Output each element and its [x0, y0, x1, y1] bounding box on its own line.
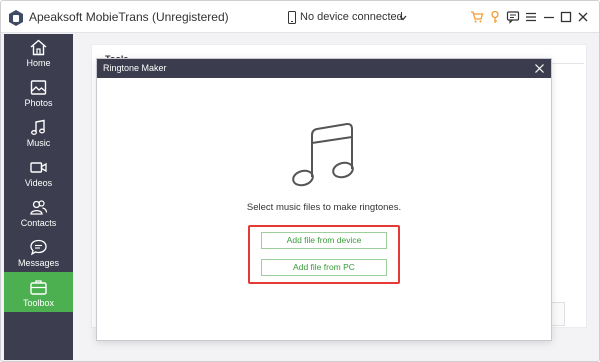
add-file-from-pc-button[interactable]: Add file from PC — [261, 259, 387, 276]
close-icon[interactable] — [534, 63, 545, 74]
app-logo-icon — [9, 10, 23, 26]
message-icon — [30, 239, 47, 256]
sidebar-item-toolbox[interactable]: Toolbox — [4, 272, 73, 312]
toolbox-icon — [30, 280, 47, 295]
close-icon[interactable] — [576, 10, 590, 24]
feedback-icon[interactable] — [506, 10, 520, 24]
minimize-icon[interactable] — [542, 10, 556, 24]
video-camera-icon — [30, 162, 47, 173]
sidebar-item-label: Home — [26, 58, 51, 68]
photo-icon — [30, 80, 47, 95]
app-window: Apeaksoft MobieTrans (Unregistered) No d… — [0, 0, 600, 362]
sidebar: Home Photos Music Videos Contacts Messag… — [4, 34, 73, 360]
music-note-icon — [292, 122, 354, 187]
contacts-icon — [30, 200, 48, 215]
device-selector[interactable]: No device connected — [284, 9, 412, 27]
sidebar-item-label: Messages — [17, 258, 60, 268]
sidebar-item-label: Toolbox — [22, 298, 55, 308]
instruction-text: Select music files to make ringtones. — [246, 202, 402, 213]
cart-icon[interactable] — [470, 10, 484, 24]
key-icon[interactable] — [488, 10, 502, 24]
music-note-icon — [31, 119, 45, 135]
phone-icon — [288, 11, 296, 24]
title-bar: Apeaksoft MobieTrans (Unregistered) No d… — [1, 1, 599, 33]
sidebar-item-videos[interactable]: Videos — [4, 154, 73, 194]
sidebar-item-photos[interactable]: Photos — [4, 74, 73, 114]
home-icon — [30, 39, 47, 56]
sidebar-item-label: Contacts — [20, 218, 57, 228]
dialog-title: Ringtone Maker — [103, 63, 167, 73]
ringtone-maker-dialog: Ringtone Maker Select music files to mak… — [96, 58, 552, 341]
sidebar-item-messages[interactable]: Messages — [4, 234, 73, 274]
device-status: No device connected — [300, 11, 403, 23]
sidebar-item-music[interactable]: Music — [4, 114, 73, 154]
maximize-icon[interactable] — [559, 10, 573, 24]
sidebar-item-contacts[interactable]: Contacts — [4, 194, 73, 234]
sidebar-item-label: Music — [26, 138, 51, 148]
sidebar-item-label: Videos — [24, 178, 53, 188]
sidebar-item-label: Photos — [24, 98, 53, 108]
dialog-header: Ringtone Maker — [97, 59, 551, 78]
app-title: Apeaksoft MobieTrans (Unregistered) — [29, 10, 229, 24]
sidebar-item-home[interactable]: Home — [4, 34, 73, 74]
add-file-from-device-button[interactable]: Add file from device — [261, 232, 387, 249]
menu-icon[interactable] — [524, 10, 538, 24]
chevron-down-icon — [399, 15, 407, 21]
